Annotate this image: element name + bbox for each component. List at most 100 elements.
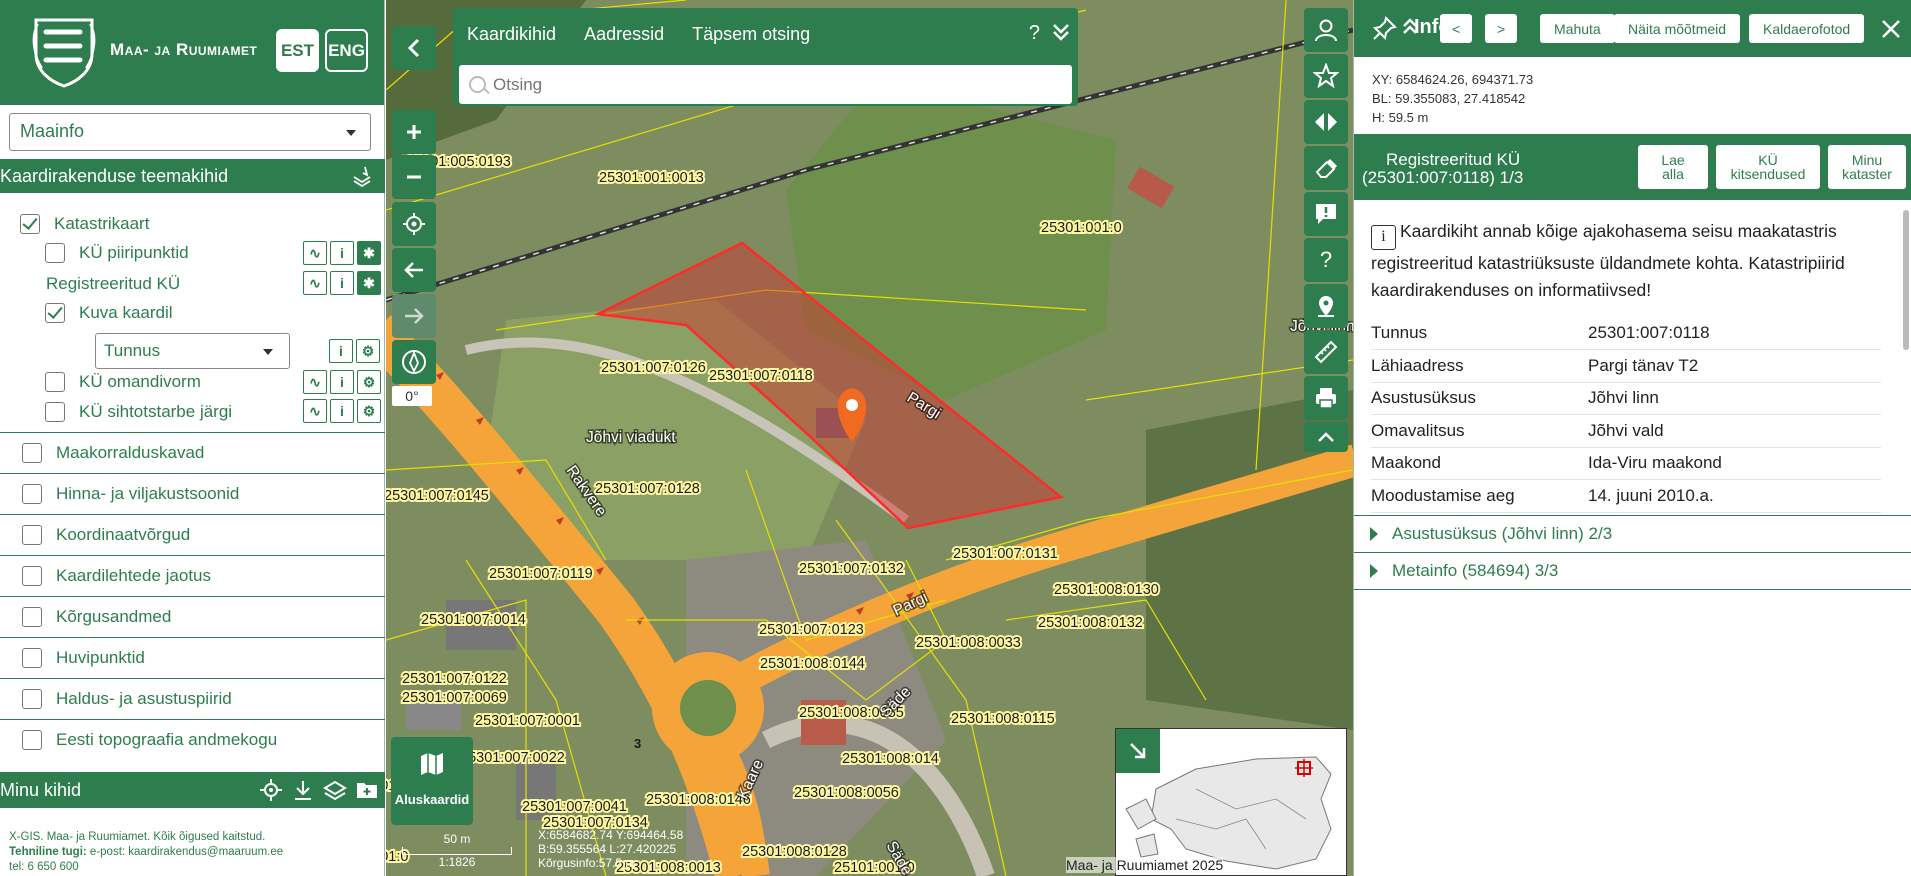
layer-group-haldus[interactable]: Haldus- ja asustuspiirid	[0, 678, 385, 718]
ku-piiripunktid-label: KÜ piiripunktid	[79, 243, 189, 262]
settings-icon[interactable]: ⚙	[357, 399, 381, 423]
layer-kuva-kaardil[interactable]: Kuva kaardil	[45, 300, 173, 326]
lang-est-button[interactable]: EST	[276, 29, 319, 72]
eraser-button[interactable]	[1304, 146, 1348, 190]
close-icon[interactable]	[1880, 18, 1902, 40]
info-scrollbar[interactable]	[1903, 210, 1909, 350]
layer-group-huvipunktid[interactable]: Huvipunktid	[0, 637, 385, 677]
prev-button[interactable]: <	[1440, 14, 1473, 43]
settings-icon[interactable]: ✱	[357, 271, 381, 295]
parcel-attributes-table: Tunnus 25301:007:0118 Lähiaadress Pargi tä…	[1371, 317, 1881, 513]
zoom-out-button[interactable]	[392, 155, 436, 199]
layer-group-korgusandmed[interactable]: Kõrgusandmed	[0, 596, 385, 636]
group-checkbox[interactable]	[22, 565, 42, 586]
ku-piiripunktid-checkbox[interactable]	[45, 243, 65, 263]
layer-ku-omandivorm[interactable]: KÜ omandivorm	[45, 369, 201, 395]
eraser-icon	[1315, 159, 1337, 178]
layer-ku-sihtotstarbe[interactable]: KÜ sihtotstarbe järgi	[45, 399, 232, 425]
collapse-panel-button[interactable]	[392, 26, 436, 70]
ku-omandivorm-checkbox[interactable]	[45, 372, 65, 392]
favorites-button[interactable]	[1304, 54, 1348, 98]
marker-button[interactable]	[1304, 284, 1348, 328]
group-checkbox[interactable]	[22, 729, 42, 750]
feedback-button[interactable]	[1304, 192, 1348, 236]
help-button[interactable]: ?	[1304, 238, 1348, 282]
settings-icon[interactable]: ⚙	[356, 339, 380, 363]
tab-aadressid[interactable]: Aadressid	[584, 24, 664, 45]
basemaps-button[interactable]: Aluskaardid	[391, 737, 473, 825]
layer-group-kaardilehed[interactable]: Kaardilehtede jaotus	[0, 555, 385, 595]
group-checkbox[interactable]	[22, 606, 42, 627]
info-icon[interactable]: i	[330, 241, 354, 265]
layer-group-koordinaatvorgud[interactable]: Koordinaatvõrgud	[0, 514, 385, 554]
overview-map[interactable]: Maa- ja Ruumiamet 2025	[1066, 728, 1347, 876]
layers-collapse-icon[interactable]	[351, 165, 373, 187]
download-button[interactable]: Lae alla	[1638, 145, 1708, 189]
layer-ku-piiripunktid[interactable]: KÜ piiripunktid	[45, 240, 189, 266]
my-cadastre-button[interactable]: Minu kataster	[1828, 145, 1906, 189]
info-icon[interactable]: i	[330, 271, 354, 295]
restrictions-button[interactable]: KÜ kitsendused	[1716, 145, 1820, 189]
layer-group-etak[interactable]: Eesti topograafia andmekogu	[0, 719, 385, 759]
legend-icon[interactable]: ∿	[303, 271, 327, 295]
back-button[interactable]	[392, 248, 436, 292]
geolocate-button[interactable]	[392, 202, 436, 246]
forward-button[interactable]	[392, 294, 436, 338]
settings-icon[interactable]: ⚙	[357, 370, 381, 394]
measure-button[interactable]	[1304, 330, 1348, 374]
theme-layers-header: Kaardirakenduse teemakihid	[0, 159, 385, 193]
next-button[interactable]: >	[1485, 14, 1518, 43]
oblique-photos-button[interactable]: Kaldaerofotod	[1749, 14, 1865, 43]
info-icon[interactable]: i	[330, 370, 354, 394]
legend-icon[interactable]: ∿	[303, 399, 327, 423]
pin-icon[interactable]	[1372, 15, 1398, 41]
ku-sihtotstarbe-tools: ∿ i ⚙	[303, 399, 381, 423]
basemaps-label: Aluskaardid	[394, 792, 470, 807]
show-dimensions-button[interactable]: Näita mõõtmeid	[1614, 14, 1741, 43]
compass-button[interactable]	[392, 340, 436, 384]
layer-group-hinnatsoonid[interactable]: Hinna- ja viljakustsoonid	[0, 473, 385, 513]
group-checkbox[interactable]	[22, 524, 42, 545]
attr-value: Jõhvi vald	[1588, 414, 1881, 448]
download-icon[interactable]	[291, 778, 315, 802]
tab-kaardikihid[interactable]: Kaardikihid	[467, 24, 556, 45]
legend-icon[interactable]: ∿	[303, 241, 327, 265]
accordion-asustusuksus[interactable]: Asustusüksus (Jõhvi linn) 2/3	[1354, 515, 1911, 553]
group-checkbox[interactable]	[22, 647, 42, 668]
compare-button[interactable]	[1304, 100, 1348, 144]
lang-eng-button[interactable]: ENG	[325, 29, 368, 72]
settings-icon[interactable]: ✱	[357, 241, 381, 265]
map-view[interactable]: 25301:001:001125301:005:019325301:001:00…	[386, 0, 1353, 876]
add-layers-icon[interactable]	[323, 778, 347, 802]
maainfo-select[interactable]: Maainfo	[9, 113, 371, 151]
tunnus-select[interactable]: Tunnus	[95, 333, 290, 369]
maainfo-select-value: Maainfo	[20, 121, 85, 141]
kuva-kaardil-checkbox[interactable]	[45, 303, 65, 323]
search-input[interactable]	[459, 65, 1072, 104]
zoom-in-button[interactable]	[392, 110, 436, 154]
accordion-metainfo[interactable]: Metainfo (584694) 3/3	[1354, 552, 1911, 590]
print-button[interactable]	[1304, 376, 1348, 420]
add-folder-icon[interactable]	[355, 778, 379, 802]
expand-overview-button[interactable]	[1116, 729, 1160, 773]
group-checkbox[interactable]	[22, 442, 42, 463]
toolbar-collapse-button[interactable]	[1304, 422, 1348, 452]
footer-support-email[interactable]: e-post: kaardirakendus@maaruum.ee	[87, 846, 283, 858]
katastrikaart-checkbox[interactable]	[20, 214, 40, 234]
legend-icon[interactable]: ∿	[303, 370, 327, 394]
info-icon[interactable]: i	[330, 399, 354, 423]
search-help-icon[interactable]: ?	[1029, 22, 1040, 45]
group-checkbox[interactable]	[22, 483, 42, 504]
layer-group-maakorralduskavad[interactable]: Maakorralduskavad	[0, 432, 385, 472]
group-checkbox[interactable]	[22, 688, 42, 709]
chevron-double-down-icon[interactable]	[1052, 22, 1070, 42]
tab-tapsem-otsing[interactable]: Täpsem otsing	[692, 24, 810, 45]
info-panel: Info < > Mahuta Näita mõõtmeid Kaldaerof…	[1353, 0, 1911, 876]
info-icon[interactable]: i	[329, 339, 353, 363]
user-button[interactable]	[1304, 8, 1348, 52]
ku-sihtotstarbe-checkbox[interactable]	[45, 402, 65, 422]
locate-icon[interactable]	[259, 778, 283, 802]
mahuta-button[interactable]: Mahuta	[1540, 14, 1615, 43]
table-row: Omavalitsus Jõhvi vald	[1371, 414, 1881, 448]
layer-katastrikaart[interactable]: Katastrikaart	[20, 211, 149, 237]
